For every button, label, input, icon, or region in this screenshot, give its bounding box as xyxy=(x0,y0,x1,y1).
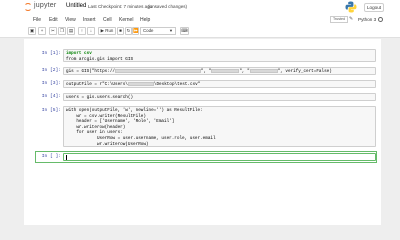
notebook-page: In [1]: import csv from arcgis.gis impor… xyxy=(24,39,381,225)
trusted-badge[interactable]: Trusted xyxy=(330,16,349,23)
code-editor[interactable]: outputFile = r"C:\Users\ \Desktop\test.cs… xyxy=(63,80,376,88)
cut-button[interactable]: ✂ xyxy=(49,27,57,35)
restart-run-all-button[interactable]: ⏩ xyxy=(132,27,139,35)
paste-button[interactable]: ▤ xyxy=(67,27,75,35)
input-prompt: In [1]: xyxy=(41,51,61,56)
code-line: for user in users: xyxy=(66,130,123,136)
copy-button[interactable]: ❐ xyxy=(58,27,66,35)
code-editor[interactable] xyxy=(63,153,376,161)
code-cell: In [5]: with open(outputFile, 'w', newli… xyxy=(35,106,377,147)
save-icon: ▣ xyxy=(29,28,35,33)
jupyter-ring-icon xyxy=(24,3,32,11)
menu-kernel[interactable]: Kernel xyxy=(119,17,133,23)
fast-forward-icon: ⏩ xyxy=(133,28,139,33)
menubar: File Edit View Insert Cell Kernel Help T… xyxy=(0,14,400,25)
interrupt-button[interactable]: ■ xyxy=(117,27,124,35)
stop-icon: ■ xyxy=(119,28,122,33)
restart-button[interactable]: ↻ xyxy=(125,27,132,35)
redacted-region xyxy=(115,69,201,73)
logout-button[interactable]: Logout xyxy=(364,3,384,12)
code-line: outputFile = r"C:\Users\ xyxy=(66,82,128,88)
input-prompt: In [4]: xyxy=(41,94,61,99)
menu-file[interactable]: File xyxy=(33,17,41,23)
arrow-up-icon: ↑ xyxy=(80,28,84,33)
menu-view[interactable]: View xyxy=(65,17,76,23)
notebook-title[interactable]: Untitled xyxy=(66,3,86,9)
chevron-down-icon: ▼ xyxy=(169,28,173,33)
copy-icon: ❐ xyxy=(60,28,64,33)
move-up-button[interactable]: ↑ xyxy=(78,27,86,35)
input-prompt: In [ ]: xyxy=(41,154,61,159)
code-line: wr.writerow(UserRow) xyxy=(66,141,149,147)
input-prompt: In [3]: xyxy=(41,81,61,86)
run-button[interactable]: ▶ Run xyxy=(98,27,116,35)
run-label: Run xyxy=(105,28,114,33)
code-line: ", " xyxy=(239,69,250,75)
code-line: gis = GIS("https:// xyxy=(66,69,115,75)
text-cursor xyxy=(66,155,67,160)
menu-cell[interactable]: Cell xyxy=(103,17,112,23)
checkpoint-status: Last Checkpoint: 7 minutes ago xyxy=(88,4,153,9)
code-line: ", verify_cert=False) xyxy=(277,69,332,75)
code-editor[interactable]: users = gis.users.search() xyxy=(63,93,376,101)
menu-edit[interactable]: Edit xyxy=(49,17,58,23)
arrow-down-icon: ↓ xyxy=(89,28,93,33)
code-editor[interactable]: import csv from arcgis.gis import GIS xyxy=(63,49,376,62)
code-line: wr.writerow(header) xyxy=(66,124,126,130)
save-button[interactable]: ▣ xyxy=(28,27,36,35)
redacted-region xyxy=(127,82,154,86)
active-code-cell: In [ ]: xyxy=(35,151,377,163)
code-cell: In [4]: users = gis.users.search() xyxy=(35,93,377,101)
menu-help[interactable]: Help xyxy=(140,17,150,23)
paste-icon: ▤ xyxy=(68,28,74,33)
jupyter-logo[interactable]: jupyter xyxy=(24,2,62,11)
input-prompt: In [5]: xyxy=(41,108,61,113)
redacted-region xyxy=(249,69,278,73)
code-cell: In [3]: outputFile = r"C:\Users\ \Desktop… xyxy=(35,80,377,88)
plus-icon: + xyxy=(40,28,44,33)
refresh-icon: ↻ xyxy=(126,28,131,33)
code-line: import csv xyxy=(66,51,92,56)
code-line: UserRow = user.username, user.role, user… xyxy=(66,135,216,141)
keyboard-icon: ⌨ xyxy=(181,28,188,33)
toolbar: ▣ + ✂ ❐ ▤ ↑ ↓ ▶ Run ■ ↻ ⏩ Code ▼ ⌨ xyxy=(0,25,400,38)
pencil-icon: ✎ xyxy=(349,16,354,22)
input-prompt: In [2]: xyxy=(41,68,61,73)
code-editor[interactable]: gis = GIS("https:// ", " ", " ", verify_cer… xyxy=(63,67,376,75)
scissors-icon: ✂ xyxy=(51,28,55,33)
code-line: users = gis.users.search() xyxy=(66,95,134,100)
code-cell: In [1]: import csv from arcgis.gis impor… xyxy=(35,49,377,62)
kernel-name[interactable]: Python 3 xyxy=(358,17,376,22)
step-forward-icon: ▶ xyxy=(100,28,105,33)
code-editor[interactable]: with open(outputFile, 'w', newline='') a… xyxy=(63,106,376,147)
autosave-status: (unsaved changes) xyxy=(148,4,188,9)
code-line: ", " xyxy=(201,69,212,75)
cell-type-select[interactable]: Code ▼ xyxy=(140,27,176,35)
redacted-region xyxy=(211,69,240,73)
code-cell: In [2]: gis = GIS("https:// ", " ", " ", ve… xyxy=(35,67,377,75)
menu-insert[interactable]: Insert xyxy=(83,17,96,23)
logo-text: jupyter xyxy=(34,2,57,9)
code-line: from arcgis.gis import GIS xyxy=(66,56,134,62)
code-line: wr = csv.writer(ResultFile) xyxy=(66,113,146,119)
python-icon xyxy=(345,1,357,13)
insert-cell-button[interactable]: + xyxy=(38,27,46,35)
header: jupyter Untitled Last Checkpoint: 7 minu… xyxy=(0,0,400,14)
code-line: with open(outputFile, 'w', newline='') a… xyxy=(66,108,203,113)
kernel-idle-icon xyxy=(378,17,383,22)
code-line: header = ['Username', 'Role', 'Email'] xyxy=(66,119,175,125)
cell-type-value: Code xyxy=(143,28,154,33)
command-palette-button[interactable]: ⌨ xyxy=(180,27,189,35)
code-line: \Desktop\test.csv" xyxy=(153,82,201,88)
move-down-button[interactable]: ↓ xyxy=(87,27,95,35)
